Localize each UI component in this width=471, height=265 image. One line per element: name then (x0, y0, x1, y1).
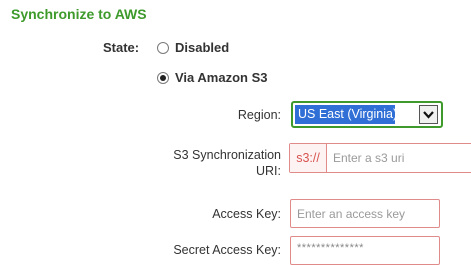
secret-key-input[interactable]: ************** (290, 236, 440, 265)
s3-uri-prefix: s3:// (290, 144, 327, 172)
region-selected-value: US East (Virginia) (295, 105, 395, 124)
access-key-input[interactable]: Enter an access key (290, 199, 440, 228)
s3-uri-input[interactable]: Enter a s3 uri (327, 144, 471, 172)
s3-uri-field[interactable]: s3:// Enter a s3 uri (289, 143, 471, 173)
radio-via-s3-button[interactable] (157, 71, 169, 84)
dropdown-arrow-button[interactable] (419, 105, 438, 124)
radio-via-s3-label: Via Amazon S3 (175, 70, 268, 85)
secret-key-label: Secret Access Key: (173, 243, 281, 257)
radio-via-s3-option[interactable]: Via Amazon S3 (157, 70, 267, 85)
s3-uri-label: S3 Synchronization URI: (150, 147, 281, 179)
chevron-down-icon (423, 110, 434, 119)
section-title: Synchronize to AWS (11, 6, 147, 22)
region-label: Region: (237, 108, 281, 122)
s3-uri-label-line1: S3 Synchronization (173, 148, 281, 162)
state-label: State: (103, 40, 140, 55)
radio-disabled-option[interactable]: Disabled (157, 40, 229, 55)
radio-disabled-button[interactable] (157, 41, 169, 54)
radio-disabled-label: Disabled (175, 40, 230, 55)
region-select[interactable]: US East (Virginia) (291, 101, 443, 128)
access-key-label: Access Key: (212, 207, 281, 221)
s3-uri-label-line2: URI: (256, 164, 281, 178)
